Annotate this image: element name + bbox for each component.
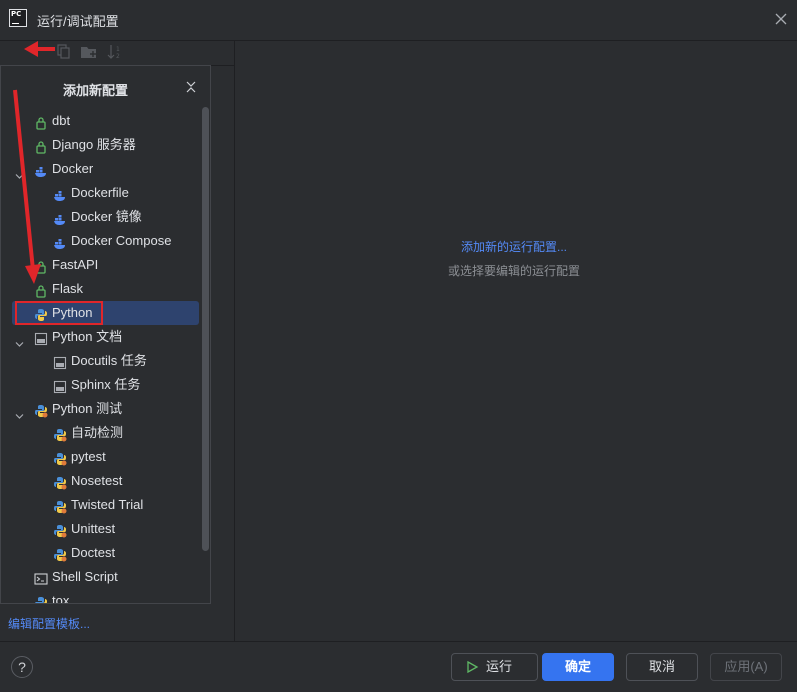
config-type-label: pytest xyxy=(71,449,106,464)
config-type-item[interactable]: Docker 镜像 xyxy=(1,205,199,229)
rst-icon xyxy=(53,354,67,370)
window-title: 运行/调试配置 xyxy=(37,14,119,29)
docker-icon xyxy=(34,162,48,177)
title-bar: PC 运行/调试配置 xyxy=(0,0,797,40)
python-test-icon xyxy=(53,426,67,442)
config-type-label: 自动检测 xyxy=(71,425,124,440)
config-type-item[interactable]: FastAPI xyxy=(1,253,199,277)
chevron-down-icon[interactable] xyxy=(15,333,24,347)
svg-text:1: 1 xyxy=(116,46,120,53)
chevron-down-icon[interactable] xyxy=(15,405,24,419)
config-type-label: Sphinx 任务 xyxy=(71,377,141,392)
select-config-hint: 或选择要编辑的运行配置 xyxy=(448,264,581,278)
lock-icon xyxy=(34,258,48,274)
bottom-divider xyxy=(0,641,797,642)
docker-icon xyxy=(53,210,67,225)
play-icon xyxy=(467,660,479,674)
popup-header: 添加新配置 xyxy=(1,66,210,106)
config-type-item[interactable]: dbt xyxy=(1,109,199,133)
popup-title: 添加新配置 xyxy=(63,83,129,98)
config-type-item[interactable]: Docker Compose xyxy=(1,229,199,253)
svg-text:2: 2 xyxy=(116,53,120,60)
lock-icon xyxy=(34,114,48,130)
add-new-run-config-link[interactable]: 添加新的运行配置... xyxy=(461,238,567,255)
config-type-item[interactable]: Shell Script xyxy=(1,565,199,589)
config-type-label: Dockerfile xyxy=(71,185,129,200)
run-button[interactable]: 运行 xyxy=(451,653,538,681)
config-type-item[interactable]: Doctest xyxy=(1,541,199,565)
config-type-item[interactable]: tox xyxy=(1,589,199,604)
config-type-label: dbt xyxy=(52,113,71,128)
copy-icon[interactable] xyxy=(52,42,72,62)
config-type-label: Twisted Trial xyxy=(71,497,144,512)
config-type-item[interactable]: Sphinx 任务 xyxy=(1,373,199,397)
apply-button[interactable]: 应用(A) xyxy=(710,653,782,681)
config-type-item[interactable]: Docker xyxy=(1,157,199,181)
config-type-label: Flask xyxy=(52,281,84,296)
config-type-item[interactable]: Python 文档 xyxy=(1,325,199,349)
config-type-label: Python 测试 xyxy=(52,401,123,416)
collapse-icon[interactable] xyxy=(185,80,197,94)
rst-icon xyxy=(53,378,67,394)
chevron-down-icon[interactable] xyxy=(15,165,24,179)
config-type-item[interactable]: Python 测试 xyxy=(1,397,199,421)
python-test-icon xyxy=(53,474,67,490)
sort-icon[interactable]: 1 2 xyxy=(105,42,125,62)
config-type-label: Unittest xyxy=(71,521,116,536)
docker-icon xyxy=(53,186,67,201)
panel-divider xyxy=(234,41,235,641)
config-type-label: Shell Script xyxy=(52,569,118,584)
pycharm-logo-icon: PC xyxy=(9,9,27,27)
config-type-item[interactable]: Django 服务器 xyxy=(1,133,199,157)
ok-button[interactable]: 确定 xyxy=(542,653,614,681)
cancel-button[interactable]: 取消 xyxy=(626,653,698,681)
config-type-item[interactable]: Nosetest xyxy=(1,469,199,493)
config-type-label: Docker Compose xyxy=(71,233,172,248)
title-divider xyxy=(0,40,797,41)
config-type-item[interactable]: Docutils 任务 xyxy=(1,349,199,373)
python-test-icon xyxy=(53,546,67,562)
help-button[interactable]: ? xyxy=(11,656,33,678)
terminal-icon xyxy=(34,570,48,585)
config-type-label: FastAPI xyxy=(52,257,99,272)
config-type-label: Docutils 任务 xyxy=(71,353,147,368)
python-icon xyxy=(34,594,48,603)
docker-icon xyxy=(53,234,67,249)
config-type-item[interactable]: Flask xyxy=(1,277,199,301)
lock-icon xyxy=(34,282,48,298)
python-test-icon xyxy=(53,450,67,466)
config-type-label: tox xyxy=(52,593,70,604)
python-test-icon xyxy=(53,522,67,538)
edit-templates-link[interactable]: 编辑配置模板... xyxy=(8,615,90,632)
scrollbar[interactable] xyxy=(202,107,209,551)
python-test-icon xyxy=(53,498,67,514)
config-type-item[interactable]: Twisted Trial xyxy=(1,493,199,517)
lock-icon xyxy=(34,138,48,154)
config-type-item[interactable]: pytest xyxy=(1,445,199,469)
config-type-label: Docker xyxy=(52,161,94,176)
config-type-label: Docker 镜像 xyxy=(71,209,142,224)
close-icon[interactable] xyxy=(772,10,790,28)
config-type-label: Doctest xyxy=(71,545,116,560)
python-highlight-box xyxy=(15,301,103,325)
config-type-item[interactable]: Dockerfile xyxy=(1,181,199,205)
rst-icon xyxy=(34,330,48,346)
python-test-icon xyxy=(34,402,48,418)
run-button-label: 运行 xyxy=(486,659,513,674)
config-type-label: Nosetest xyxy=(71,473,123,488)
folder-add-icon[interactable] xyxy=(79,42,99,62)
config-type-item[interactable]: Unittest xyxy=(1,517,199,541)
config-type-item[interactable]: 自动检测 xyxy=(1,421,199,445)
config-type-label: Django 服务器 xyxy=(52,137,136,152)
add-configuration-popup: 添加新配置 dbt Django 服务器 Docker Dockerfile Docke… xyxy=(0,65,211,604)
config-type-label: Python 文档 xyxy=(52,329,123,344)
